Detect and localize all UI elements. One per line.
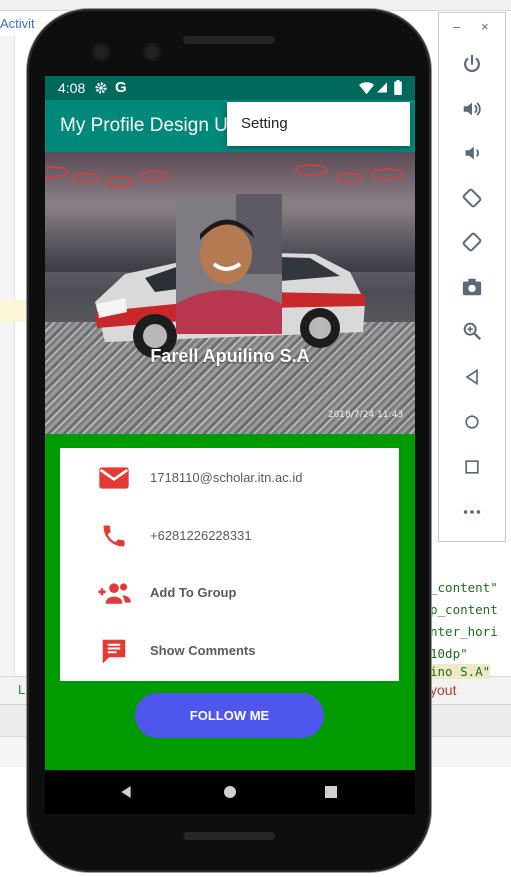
phone-icon: [96, 518, 132, 554]
bokeh-light: [105, 176, 135, 188]
ide-gutter: [0, 36, 15, 676]
bokeh-light: [73, 172, 99, 183]
photo-timestamp: 2018/7/24 11:43: [328, 410, 404, 420]
bokeh-light: [295, 164, 327, 176]
email-text[interactable]: 1718110@scholar.itn.ac.id: [150, 470, 302, 485]
signal-icon: [376, 81, 388, 97]
power-icon[interactable]: [453, 45, 491, 83]
overview-icon[interactable]: [453, 448, 491, 486]
profile-name: Farell Apuilino S.A: [150, 346, 310, 366]
volume-down-icon[interactable]: [453, 134, 491, 172]
zoom-icon[interactable]: [453, 312, 491, 350]
comment-icon: [96, 633, 132, 669]
code-line: ino S.A": [430, 664, 491, 679]
bokeh-light: [335, 172, 363, 183]
nav-overview-icon[interactable]: [319, 780, 343, 804]
phone-text[interactable]: +6281226228331: [150, 528, 252, 543]
email-icon: [96, 460, 132, 496]
status-bar: 4:08 G: [45, 76, 415, 100]
more-icon[interactable]: [453, 493, 491, 531]
emulator-panel-header: – ×: [439, 13, 505, 43]
menu-item-setting[interactable]: Setting: [241, 115, 288, 132]
bokeh-light: [141, 170, 169, 181]
header-background-photo: Farell Apuilino S.A 2018/7/24 11:43: [45, 152, 415, 434]
nav-back-icon[interactable]: [114, 780, 138, 804]
code-line: p_content: [430, 602, 498, 617]
navigation-bar: [45, 770, 415, 814]
code-layout-tab[interactable]: yout: [430, 682, 456, 698]
avatar[interactable]: [176, 194, 282, 334]
add-group-text[interactable]: Add To Group: [150, 585, 236, 600]
google-g-icon: G: [115, 79, 127, 96]
emulator-control-panel: – ×: [438, 12, 506, 542]
list-item-comments[interactable]: Show Comments: [60, 623, 399, 680]
code-line: _content": [430, 580, 498, 595]
bokeh-light: [370, 168, 404, 180]
nav-home-icon[interactable]: [218, 780, 242, 804]
rotate-right-icon[interactable]: [453, 223, 491, 261]
avatar-photo: [176, 194, 282, 334]
minimize-button[interactable]: –: [453, 19, 460, 34]
app-title: My Profile Design U: [60, 115, 228, 136]
camera-icon[interactable]: [453, 268, 491, 306]
front-sensor: [143, 43, 161, 61]
bokeh-light: [45, 166, 69, 178]
front-camera: [92, 43, 110, 61]
status-time: 4:08: [58, 80, 86, 96]
follow-button[interactable]: FOLLOW ME: [135, 693, 324, 738]
rotate-left-icon[interactable]: [453, 179, 491, 217]
ide-bottom-tab[interactable]: L: [18, 682, 25, 697]
phone-speaker-bottom: [183, 832, 275, 840]
wifi-icon: [359, 81, 374, 98]
contact-card: 1718110@scholar.itn.ac.id +6281226228331…: [60, 448, 399, 681]
gear-icon: [94, 81, 108, 98]
code-line: nter_hori: [430, 624, 498, 639]
add-group-icon: [96, 575, 132, 611]
phone-screen: 4:08 G My Profile Design U Setting Farel…: [45, 76, 415, 814]
back-icon[interactable]: [453, 358, 491, 396]
code-line: 10dp": [430, 646, 468, 661]
close-button[interactable]: ×: [481, 19, 489, 34]
list-item-email[interactable]: 1718110@scholar.itn.ac.id: [60, 450, 399, 507]
home-icon[interactable]: [453, 403, 491, 441]
battery-icon: [394, 80, 402, 98]
volume-up-icon[interactable]: [453, 90, 491, 128]
list-item-add-group[interactable]: Add To Group: [60, 565, 399, 622]
list-item-phone[interactable]: +6281226228331: [60, 508, 399, 565]
overflow-menu: Setting: [227, 102, 410, 146]
phone-speaker: [183, 36, 275, 44]
ide-tab-label[interactable]: Activit: [0, 16, 35, 31]
content-area: 1718110@scholar.itn.ac.id +6281226228331…: [45, 434, 415, 770]
comments-text[interactable]: Show Comments: [150, 643, 255, 658]
